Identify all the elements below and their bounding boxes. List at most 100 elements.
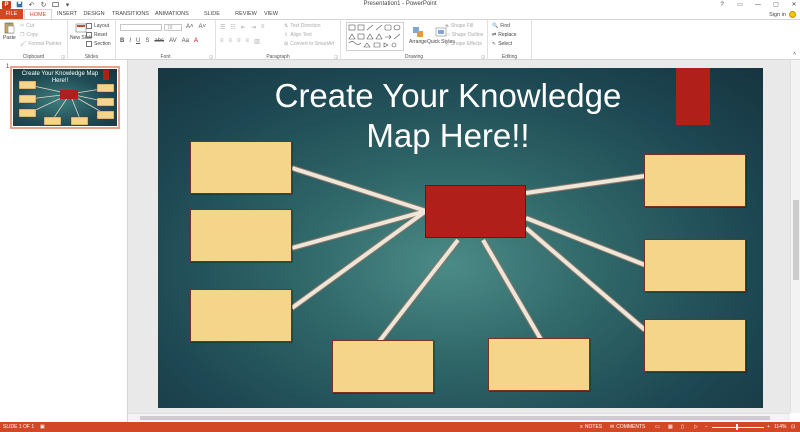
grow-font-icon[interactable]: A˄ bbox=[186, 24, 194, 30]
group-paragraph: ☰ ☷ ⇤ ⇥ ≡ ≡ ≡ ≡ ≡ ▥ ⇅ Text Direction ⇳ A… bbox=[216, 20, 341, 60]
collapse-ribbon-icon[interactable]: ˄ bbox=[793, 51, 796, 57]
copy-button[interactable]: ❐ Copy bbox=[20, 32, 38, 38]
convert-smartart-button[interactable]: ⊞ Convert to SmartArt bbox=[284, 41, 334, 47]
paste-button[interactable]: Paste bbox=[3, 22, 16, 41]
align-left-icon[interactable]: ≡ bbox=[220, 38, 224, 45]
arrange-button[interactable]: Arrange bbox=[409, 26, 427, 45]
vertical-scrollbar[interactable] bbox=[790, 60, 800, 413]
bold-icon[interactable]: B bbox=[120, 38, 124, 44]
slide-title[interactable]: Create Your Knowledge Map Here!! bbox=[238, 76, 658, 156]
topic-box-left-1[interactable] bbox=[190, 141, 292, 194]
slide-canvas[interactable]: Create Your Knowledge Map Here!! bbox=[158, 68, 763, 408]
section-button[interactable]: Section bbox=[86, 41, 111, 47]
change-case-icon[interactable]: Aa bbox=[182, 38, 189, 44]
find-button[interactable]: 🔍 Find bbox=[492, 23, 510, 29]
shadow-icon[interactable]: S bbox=[145, 38, 149, 44]
justify-icon[interactable]: ≡ bbox=[246, 38, 250, 45]
replace-label: Replace bbox=[498, 32, 517, 38]
horizontal-scrollbar[interactable] bbox=[128, 413, 790, 421]
help-button[interactable]: ? bbox=[718, 2, 726, 8]
font-size-box[interactable]: 18 bbox=[164, 24, 182, 31]
ribbon-display-options-button[interactable]: ▭ bbox=[736, 1, 744, 8]
reset-label: Reset bbox=[94, 32, 108, 38]
topic-box-bottom-1[interactable] bbox=[332, 340, 434, 393]
group-editing: 🔍 Find ⇄ Replace ↖ Select Editing bbox=[488, 20, 532, 60]
close-button[interactable]: ✕ bbox=[790, 1, 798, 8]
align-center-icon[interactable]: ≡ bbox=[229, 38, 233, 45]
align-text-icon: ⇳ bbox=[284, 32, 289, 38]
character-spacing-icon[interactable]: AV bbox=[169, 38, 177, 44]
paragraph-dialog-launcher-icon[interactable]: ◲ bbox=[334, 54, 338, 59]
notes-button[interactable]: ≡ NOTES bbox=[580, 424, 602, 430]
normal-view-icon[interactable]: ▭ bbox=[655, 424, 660, 430]
vertical-scroll-thumb[interactable] bbox=[793, 200, 799, 280]
shapes-gallery[interactable] bbox=[346, 22, 404, 51]
topic-box-right-1[interactable] bbox=[644, 154, 746, 207]
slide-show-view-icon[interactable]: ▷ bbox=[694, 424, 698, 430]
shape-fill-label: Shape Fill bbox=[450, 23, 474, 29]
drawing-dialog-launcher-icon[interactable]: ◲ bbox=[481, 54, 485, 59]
red-tab-shape[interactable] bbox=[676, 68, 710, 125]
zoom-slider-knob[interactable] bbox=[736, 424, 738, 430]
text-direction-button[interactable]: ⇅ Text Direction bbox=[284, 23, 321, 29]
powerpoint-window: P ↶ ↻ ▾ Presentation1 - PowerPoint ? ▭ —… bbox=[0, 0, 800, 432]
zoom-level[interactable]: 114% bbox=[774, 424, 786, 430]
clipboard-dialog-launcher-icon[interactable]: ◲ bbox=[61, 54, 65, 59]
topic-box-right-3[interactable] bbox=[644, 319, 746, 372]
fit-slide-icon[interactable]: ⊡ bbox=[791, 424, 795, 430]
horizontal-scroll-thumb[interactable] bbox=[140, 416, 770, 420]
shape-outline-button[interactable]: ▭ Shape Outline bbox=[445, 32, 483, 38]
topic-box-bottom-2[interactable] bbox=[488, 338, 590, 391]
slide-sorter-icon[interactable]: ▦ bbox=[668, 424, 673, 430]
shape-fill-button[interactable]: ◈ Shape Fill bbox=[445, 23, 473, 29]
sign-in-label[interactable]: Sign in bbox=[769, 12, 786, 18]
align-right-icon[interactable]: ≡ bbox=[237, 38, 241, 45]
line-spacing-icon[interactable]: ≡ bbox=[261, 24, 265, 31]
zoom-in-icon[interactable]: + bbox=[767, 424, 770, 430]
thumbnail-title: Create Your Knowledge Map Here!! bbox=[21, 71, 99, 84]
zoom-slider-track[interactable] bbox=[712, 426, 764, 428]
find-icon: 🔍 bbox=[492, 23, 499, 29]
topic-box-left-2[interactable] bbox=[190, 209, 292, 262]
zoom-out-icon[interactable]: − bbox=[705, 424, 708, 430]
reset-button[interactable]: Reset bbox=[86, 32, 107, 38]
slide-thumbnail[interactable]: Create Your Knowledge Map Here!! bbox=[10, 66, 120, 129]
underline-icon[interactable]: U bbox=[136, 38, 140, 44]
increase-indent-icon[interactable]: ⇥ bbox=[251, 24, 256, 31]
section-icon bbox=[86, 41, 92, 47]
replace-button[interactable]: ⇄ Replace bbox=[492, 32, 517, 38]
maximize-button[interactable]: ▢ bbox=[772, 1, 780, 8]
feedback-smiley-icon[interactable] bbox=[789, 11, 796, 18]
format-painter-button[interactable]: 🖌 Format Painter bbox=[20, 41, 61, 47]
strikethrough-icon[interactable]: abc bbox=[154, 38, 164, 44]
decrease-indent-icon[interactable]: ⇤ bbox=[241, 24, 246, 31]
bullets-icon[interactable]: ☰ bbox=[220, 24, 225, 31]
layout-button[interactable]: Layout bbox=[86, 23, 109, 29]
shrink-font-icon[interactable]: A˅ bbox=[199, 24, 207, 30]
font-dialog-launcher-icon[interactable]: ◲ bbox=[209, 54, 213, 59]
comments-button[interactable]: ✉ COMMENTS bbox=[610, 424, 645, 430]
group-drawing: Arrange Quick Styles ◈ Shape Fill ▭ Shap… bbox=[341, 20, 488, 60]
shape-effects-button[interactable]: ◇ Shape Effects bbox=[445, 41, 482, 47]
minimize-button[interactable]: — bbox=[754, 2, 762, 8]
copy-label: Copy bbox=[26, 32, 39, 38]
spell-check-icon[interactable]: ▣ bbox=[40, 424, 45, 430]
select-button[interactable]: ↖ Select bbox=[492, 41, 512, 47]
smartart-icon: ⊞ bbox=[284, 41, 289, 47]
smartart-label: Convert to SmartArt bbox=[290, 41, 335, 47]
italic-icon[interactable]: I bbox=[129, 38, 131, 44]
font-color-icon[interactable]: A bbox=[194, 38, 198, 44]
font-name-box[interactable] bbox=[120, 24, 162, 31]
columns-icon[interactable]: ▥ bbox=[254, 38, 260, 45]
topic-box-left-3[interactable] bbox=[190, 289, 292, 342]
numbering-icon[interactable]: ☷ bbox=[230, 24, 235, 31]
group-slides: New Slide Layout Reset Section Slides bbox=[68, 20, 116, 60]
format-painter-label: Format Painter bbox=[28, 41, 62, 47]
notes-icon: ≡ bbox=[580, 424, 583, 430]
center-topic-box[interactable] bbox=[425, 185, 526, 238]
cut-button[interactable]: ✂ Cut bbox=[20, 23, 34, 29]
reading-view-icon[interactable]: ▯ bbox=[681, 424, 684, 430]
align-text-button[interactable]: ⇳ Align Text bbox=[284, 32, 312, 38]
topic-box-right-2[interactable] bbox=[644, 239, 746, 292]
shape-outline-icon: ▭ bbox=[445, 32, 450, 38]
